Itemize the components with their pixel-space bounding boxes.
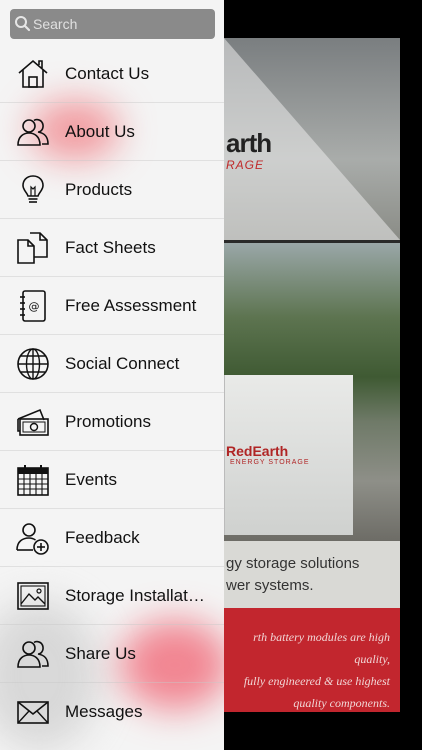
tagline-line: wer systems. bbox=[226, 577, 314, 594]
menu-item-label: Products bbox=[65, 179, 133, 199]
menu-item-promotions[interactable]: Promotions bbox=[0, 393, 224, 451]
home-icon bbox=[15, 56, 51, 92]
menu-item-label: Fact Sheets bbox=[65, 237, 156, 257]
menu-item-messages[interactable]: Messages bbox=[0, 683, 224, 740]
menu-item-label: Social Connect bbox=[65, 353, 180, 373]
menu-item-fact-sheets[interactable]: Fact Sheets bbox=[0, 219, 224, 277]
menu-item-products[interactable]: Products bbox=[0, 161, 224, 219]
side-drawer: Contact Us About Us Products Fact Sheets… bbox=[0, 0, 224, 750]
menu-item-events[interactable]: Events bbox=[0, 451, 224, 509]
menu-item-label: Storage Installat… bbox=[65, 585, 205, 605]
menu-item-label: Events bbox=[65, 469, 117, 489]
globe-icon bbox=[15, 346, 51, 382]
menu-item-social-connect[interactable]: Social Connect bbox=[0, 335, 224, 393]
menu-item-share-us[interactable]: Share Us bbox=[0, 625, 224, 683]
info-line: rth battery modules are high quality, bbox=[253, 630, 390, 666]
background-content: arth RAGE RedEarth ENERGY STORAGE gy sto… bbox=[224, 0, 422, 750]
add-user-icon bbox=[15, 520, 51, 556]
product-photo: RedEarth ENERGY STORAGE bbox=[224, 243, 400, 541]
menu-item-label: Free Assessment bbox=[65, 295, 197, 315]
tagline: gy storage solutions wer systems. bbox=[224, 541, 400, 608]
menu-item-feedback[interactable]: Feedback bbox=[0, 509, 224, 567]
image-icon bbox=[15, 578, 51, 614]
hero-image: arth RAGE bbox=[224, 38, 400, 240]
search-input[interactable] bbox=[33, 16, 203, 32]
menu-item-contact-us[interactable]: Contact Us bbox=[0, 45, 224, 103]
info-line: fully engineered & use highest bbox=[243, 674, 390, 688]
search-bar[interactable] bbox=[10, 9, 215, 39]
menu-item-storage-installations[interactable]: Storage Installat… bbox=[0, 567, 224, 625]
people-icon bbox=[15, 636, 51, 672]
unit-brand-text: RedEarth bbox=[226, 443, 289, 459]
tagline-line: gy storage solutions bbox=[226, 555, 360, 572]
lightbulb-icon bbox=[15, 172, 51, 208]
envelope-icon bbox=[15, 694, 51, 730]
info-line: quality components. bbox=[293, 696, 390, 710]
content-card: arth RAGE RedEarth ENERGY STORAGE gy sto… bbox=[224, 38, 400, 712]
address-book-icon: @ bbox=[15, 288, 51, 324]
calendar-icon bbox=[15, 462, 51, 498]
menu-item-label: Share Us bbox=[65, 643, 136, 663]
menu-item-label: Messages bbox=[65, 701, 143, 721]
documents-icon bbox=[15, 230, 51, 266]
brand-logo-text: arth bbox=[226, 128, 272, 158]
menu-item-free-assessment[interactable]: @ Free Assessment bbox=[0, 277, 224, 335]
svg-text:@: @ bbox=[29, 300, 40, 313]
menu-item-label: Contact Us bbox=[65, 63, 150, 83]
menu-item-label: Feedback bbox=[65, 527, 140, 547]
brand-logo-sub: RAGE bbox=[226, 158, 265, 172]
unit-sub-text: ENERGY STORAGE bbox=[230, 459, 310, 466]
menu-item-label: About Us bbox=[65, 121, 135, 141]
search-icon bbox=[13, 14, 33, 34]
menu-item-label: Promotions bbox=[65, 411, 151, 431]
money-icon bbox=[15, 404, 51, 440]
people-icon bbox=[15, 114, 51, 150]
info-banner: rth battery modules are high quality, fu… bbox=[224, 608, 400, 712]
menu-item-about-us[interactable]: About Us bbox=[0, 103, 224, 161]
menu-list: Contact Us About Us Products Fact Sheets… bbox=[0, 45, 224, 740]
